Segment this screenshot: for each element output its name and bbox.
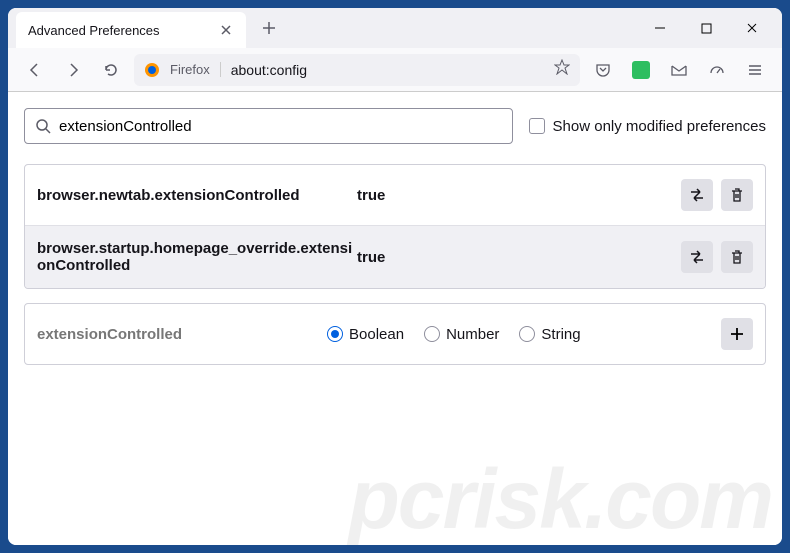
preferences-table: browser.newtab.extensionControlled true … bbox=[24, 164, 766, 289]
radio-input[interactable] bbox=[519, 326, 535, 342]
pref-row[interactable]: browser.startup.homepage_override.extens… bbox=[25, 226, 765, 288]
toolbar-icons bbox=[588, 55, 770, 85]
pref-name: browser.startup.homepage_override.extens… bbox=[37, 240, 357, 274]
pref-actions bbox=[681, 179, 753, 211]
radio-input[interactable] bbox=[424, 326, 440, 342]
new-tab-button[interactable] bbox=[254, 13, 284, 43]
radio-input[interactable] bbox=[327, 326, 343, 342]
mail-icon[interactable] bbox=[664, 55, 694, 85]
dashboard-icon[interactable] bbox=[702, 55, 732, 85]
evernote-icon[interactable] bbox=[626, 55, 656, 85]
pref-actions bbox=[681, 241, 753, 273]
firefox-icon bbox=[144, 62, 160, 78]
browser-window: Advanced Preferences bbox=[8, 8, 782, 545]
close-tab-icon[interactable] bbox=[218, 22, 234, 38]
radio-boolean[interactable]: Boolean bbox=[327, 326, 404, 343]
tab-title: Advanced Preferences bbox=[28, 23, 160, 38]
new-pref-name: extensionControlled bbox=[37, 326, 327, 343]
radio-string[interactable]: String bbox=[519, 326, 580, 343]
watermark: pcrisk.com bbox=[348, 451, 772, 545]
show-modified-checkbox-label[interactable]: Show only modified preferences bbox=[529, 118, 766, 135]
minimize-button[interactable] bbox=[638, 12, 682, 44]
pocket-icon[interactable] bbox=[588, 55, 618, 85]
back-button[interactable] bbox=[20, 55, 50, 85]
pref-value: true bbox=[357, 249, 681, 266]
pref-name: browser.newtab.extensionControlled bbox=[37, 187, 357, 204]
delete-button[interactable] bbox=[721, 241, 753, 273]
delete-button[interactable] bbox=[721, 179, 753, 211]
tab-bar: Advanced Preferences bbox=[8, 8, 782, 48]
url-brand: Firefox bbox=[170, 62, 221, 77]
reload-button[interactable] bbox=[96, 55, 126, 85]
search-input[interactable] bbox=[59, 118, 502, 135]
radio-text: Number bbox=[446, 326, 499, 343]
search-box[interactable] bbox=[24, 108, 513, 144]
toggle-button[interactable] bbox=[681, 241, 713, 273]
maximize-button[interactable] bbox=[684, 12, 728, 44]
bookmark-icon[interactable] bbox=[554, 59, 570, 80]
add-preference-button[interactable] bbox=[721, 318, 753, 350]
window-controls bbox=[638, 12, 782, 44]
toggle-button[interactable] bbox=[681, 179, 713, 211]
url-bar[interactable]: Firefox about:config bbox=[134, 54, 580, 86]
radio-number[interactable]: Number bbox=[424, 326, 499, 343]
radio-text: String bbox=[541, 326, 580, 343]
page-content: Show only modified preferences browser.n… bbox=[8, 92, 782, 545]
menu-icon[interactable] bbox=[740, 55, 770, 85]
search-row: Show only modified preferences bbox=[24, 108, 766, 144]
toolbar: Firefox about:config bbox=[8, 48, 782, 92]
checkbox-text: Show only modified preferences bbox=[553, 118, 766, 135]
pref-row[interactable]: browser.newtab.extensionControlled true bbox=[25, 165, 765, 226]
type-radio-group: Boolean Number String bbox=[327, 326, 721, 343]
forward-button[interactable] bbox=[58, 55, 88, 85]
show-modified-checkbox[interactable] bbox=[529, 118, 545, 134]
search-icon bbox=[35, 118, 51, 134]
url-address: about:config bbox=[231, 62, 544, 78]
browser-tab[interactable]: Advanced Preferences bbox=[16, 12, 246, 48]
radio-text: Boolean bbox=[349, 326, 404, 343]
pref-value: true bbox=[357, 187, 681, 204]
new-preference-row: extensionControlled Boolean Number Strin… bbox=[24, 303, 766, 365]
close-window-button[interactable] bbox=[730, 12, 774, 44]
